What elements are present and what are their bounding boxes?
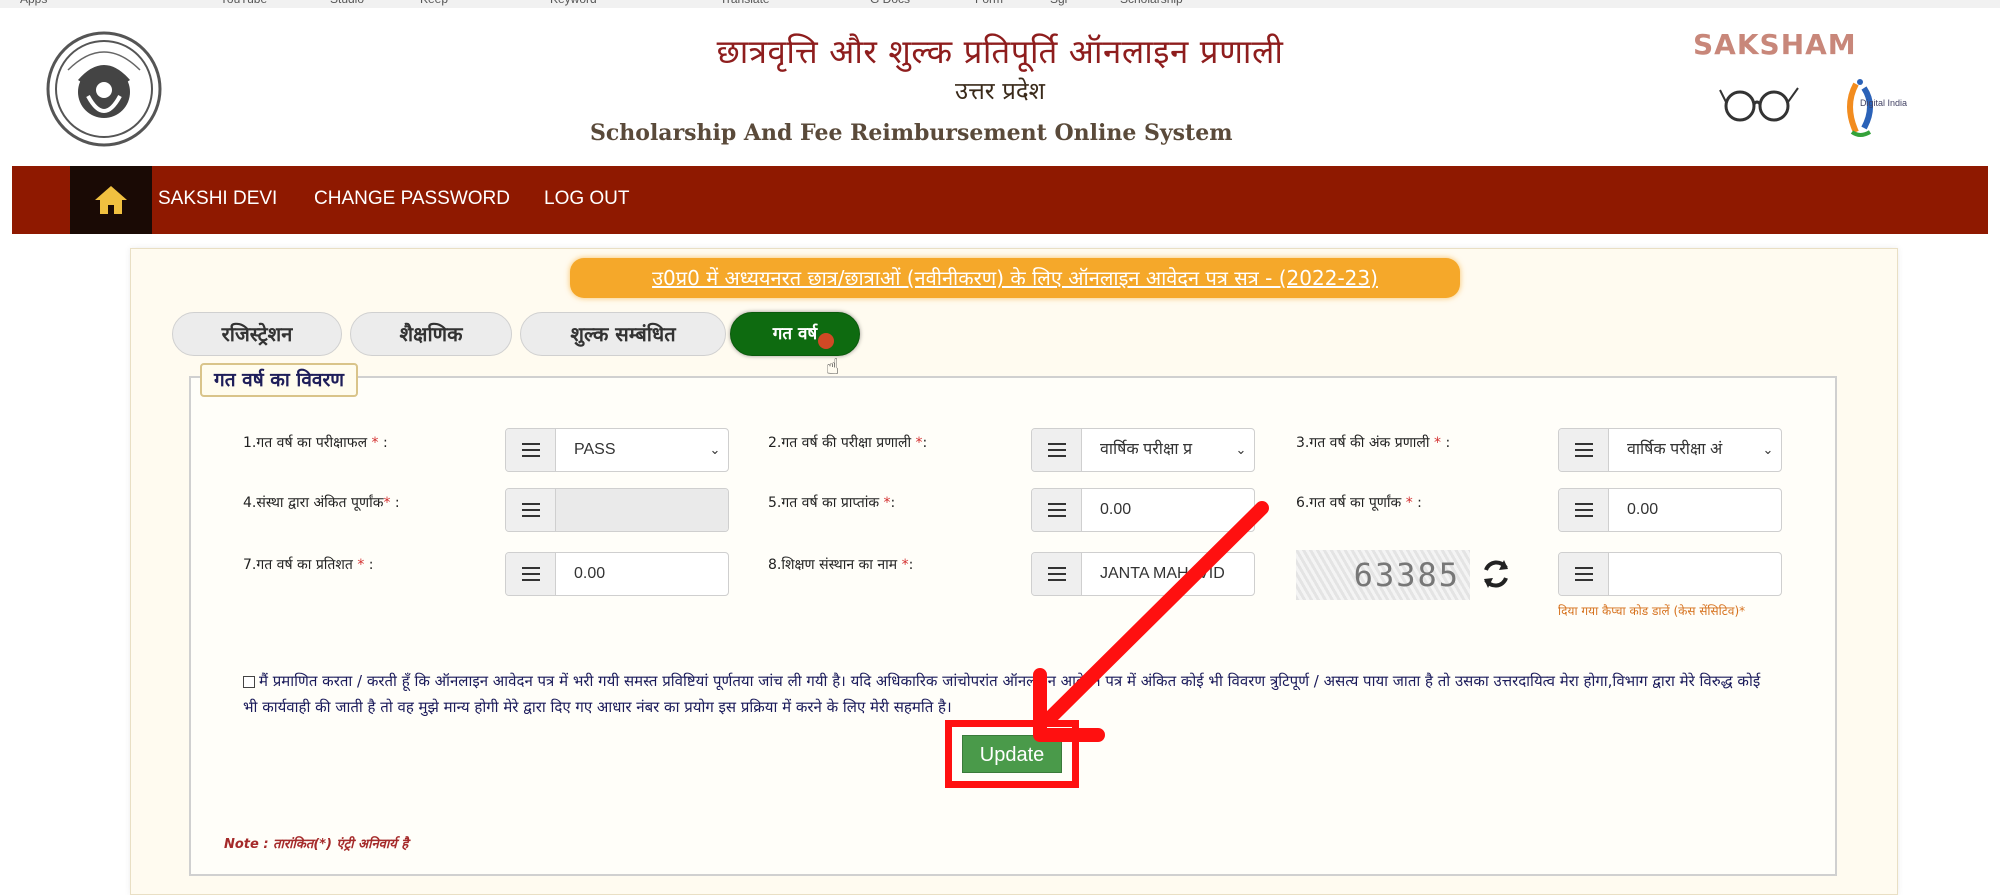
captcha-input[interactable] [1558, 552, 1782, 596]
list-icon [1559, 553, 1609, 595]
bookmark-scholarship[interactable]: Scholarship [1120, 0, 1183, 8]
field-label-institution-max-marks: 4.संस्था द्वारा अंकित पूर्णांक* : [243, 495, 400, 511]
main-navbar: SAKSHI DEVI CHANGE PASSWORD LOG OUT [12, 166, 1988, 234]
bookmark-studio[interactable]: Studio [330, 0, 364, 8]
bookmark-form[interactable]: Form [975, 0, 1003, 8]
refresh-captcha-icon[interactable] [1478, 556, 1514, 592]
marks-system-select[interactable]: वार्षिक परीक्षा अं ⌄ [1558, 428, 1782, 472]
nav-change-password[interactable]: CHANGE PASSWORD [314, 188, 510, 210]
institution-max-marks-input[interactable] [505, 488, 729, 532]
list-icon [1032, 429, 1082, 471]
bookmark-keep[interactable]: Keep [420, 0, 448, 8]
exam-system-select[interactable]: वार्षिक परीक्षा प्र ⌄ [1031, 428, 1255, 472]
obtained-marks-input[interactable]: 0.00 [1031, 488, 1255, 532]
field-label-exam-system: 2.गत वर्ष की परीक्षा प्रणाली *: [768, 435, 928, 451]
field-label-obtained-marks: 5.गत वर्ष का प्राप्तांक *: [768, 495, 896, 511]
result-select[interactable]: PASS ⌄ [505, 428, 729, 472]
click-indicator [818, 333, 834, 349]
swachh-bharat-glasses-icon [1719, 87, 1799, 122]
update-highlight-box [945, 720, 1079, 788]
chevron-down-icon: ⌄ [709, 442, 721, 458]
list-icon [506, 429, 556, 471]
chevron-down-icon: ⌄ [1235, 442, 1247, 458]
home-button[interactable] [70, 166, 152, 234]
institution-name-input[interactable]: JANTA MAHAVID [1031, 552, 1255, 596]
site-header: छात्रवृत्ति और शुल्क प्रतिपूर्ति ऑनलाइन … [0, 8, 2000, 166]
bookmark-apps[interactable]: Apps [20, 0, 47, 8]
bookmark-sgi[interactable]: Sgi [1050, 0, 1067, 8]
list-icon [1559, 429, 1609, 471]
bookmark-translate[interactable]: Translate [720, 0, 770, 8]
portal-title-english: Scholarship And Fee Reimbursement Online… [590, 120, 1233, 146]
section-title: गत वर्ष का विवरण [200, 363, 358, 397]
field-label-institution-name: 8.शिक्षण संस्थान का नाम *: [768, 557, 914, 573]
chevron-down-icon: ⌄ [1762, 442, 1774, 458]
nav-user-name[interactable]: SAKSHI DEVI [158, 188, 277, 210]
bookmarks-bar: Apps YouTube Studio Keep Keyword Transla… [0, 0, 2000, 8]
bookmark-keyword[interactable]: Keyword [550, 0, 597, 8]
session-banner-link[interactable]: उ0प्र0 में अध्ययनरत छात्र/छात्राओं (नवीन… [570, 258, 1460, 298]
declaration-text: मैं प्रमाणित करता / करती हूँ कि ऑनलाइन आ… [243, 672, 1761, 716]
declaration: मैं प्रमाणित करता / करती हूँ कि ऑनलाइन आ… [243, 668, 1773, 720]
tab-academic[interactable]: शैक्षणिक [350, 312, 512, 356]
list-icon [1559, 489, 1609, 531]
tab-previous-year[interactable]: गत वर्ष [730, 312, 860, 356]
saksham-logo-text: SAKSHAM [1693, 28, 1857, 61]
mandatory-note: Note : तारांकित(*) एंट्री अनिवार्य है [224, 837, 409, 852]
percentage-input[interactable]: 0.00 [505, 552, 729, 596]
captcha-hint: दिया गया कैप्चा कोड डालें (केस सेंसिटिव)… [1558, 604, 1746, 618]
list-icon [1032, 553, 1082, 595]
field-label-result: 1.गत वर्ष का परीक्षाफल * : [243, 435, 388, 451]
home-icon [95, 186, 127, 214]
field-label-marks-system: 3.गत वर्ष की अंक प्रणाली * : [1296, 435, 1451, 451]
field-label-percentage: 7.गत वर्ष का प्रतिशत * : [243, 557, 374, 573]
bookmark-docs[interactable]: G Docs [870, 0, 910, 8]
list-icon [506, 553, 556, 595]
field-label-max-marks: 6.गत वर्ष का पूर्णांक * : [1296, 495, 1422, 511]
tab-fee-related[interactable]: शुल्क सम्बंधित [520, 312, 726, 356]
max-marks-input[interactable]: 0.00 [1558, 488, 1782, 532]
digital-india-text: Digital India [1860, 98, 1908, 108]
list-icon [1032, 489, 1082, 531]
declaration-checkbox[interactable] [243, 675, 255, 688]
nav-logout[interactable]: LOG OUT [544, 188, 630, 210]
state-name: उत्तर प्रदेश [955, 77, 1045, 105]
tab-registration[interactable]: रजिस्ट्रेशन [172, 312, 342, 356]
list-icon [506, 489, 556, 531]
bookmark-youtube[interactable]: YouTube [220, 0, 267, 8]
captcha-image: 63385 [1296, 550, 1470, 600]
